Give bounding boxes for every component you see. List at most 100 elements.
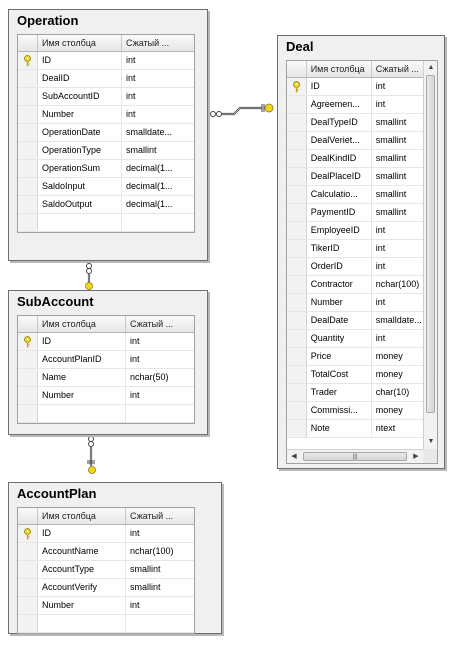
row-selector[interactable] <box>287 402 307 419</box>
column-type-cell[interactable]: int <box>372 78 423 95</box>
table-row[interactable]: Number int <box>287 294 423 312</box>
empty-row[interactable] <box>18 214 194 232</box>
column-type-cell[interactable]: money <box>372 402 423 419</box>
table-row[interactable]: ID int <box>18 52 194 70</box>
column-name-cell[interactable]: PaymentID <box>307 204 372 221</box>
column-name-cell[interactable]: ID <box>38 525 126 542</box>
row-selector[interactable] <box>287 132 307 149</box>
empty-cell[interactable] <box>126 615 194 632</box>
column-name-cell[interactable]: Price <box>307 348 372 365</box>
column-name-cell[interactable]: AccountVerify <box>38 579 126 596</box>
column-name-cell[interactable]: DealKindID <box>307 150 372 167</box>
column-type-cell[interactable]: smallint <box>372 150 423 167</box>
table-row[interactable]: EmployeeID int <box>287 222 423 240</box>
column-name-cell[interactable]: ID <box>307 78 372 95</box>
row-selector[interactable] <box>18 124 38 141</box>
row-selector[interactable] <box>18 525 38 542</box>
column-name-cell[interactable]: OperationSum <box>38 160 122 177</box>
table-title[interactable]: Deal <box>278 36 444 58</box>
table-row[interactable]: OperationSum decimal(1... <box>18 160 194 178</box>
column-name-cell[interactable]: Number <box>38 597 126 614</box>
table-row[interactable]: TikerID int <box>287 240 423 258</box>
row-selector[interactable] <box>18 196 38 213</box>
column-type-cell[interactable]: int <box>122 52 194 69</box>
scroll-left-icon[interactable]: ◀ <box>287 451 301 463</box>
column-name-cell[interactable]: AccountPlanID <box>38 351 126 368</box>
table-row[interactable]: Calculatio... smallint <box>287 186 423 204</box>
table-title[interactable]: SubAccount <box>9 291 207 313</box>
table-row[interactable]: AccountPlanID int <box>18 351 194 369</box>
column-grid[interactable]: Имя столбца Сжатый ... ID int Agreemen... i… <box>286 60 438 464</box>
table-row[interactable]: DealTypeID smallint <box>287 114 423 132</box>
column-type-header[interactable]: Сжатый ... <box>126 508 194 524</box>
column-type-cell[interactable]: nchar(100) <box>372 276 423 293</box>
row-selector[interactable] <box>287 258 307 275</box>
row-selector[interactable] <box>287 348 307 365</box>
vertical-scrollbar[interactable]: ▲ ▼ <box>423 61 437 449</box>
table-row[interactable]: Number int <box>18 597 194 615</box>
column-name-cell[interactable]: Note <box>307 420 372 437</box>
column-type-cell[interactable]: money <box>372 366 423 383</box>
column-name-cell[interactable]: OperationType <box>38 142 122 159</box>
column-type-cell[interactable]: smallint <box>372 204 423 221</box>
table-row[interactable]: TotalCost money <box>287 366 423 384</box>
column-type-cell[interactable]: int <box>372 294 423 311</box>
row-selector[interactable] <box>18 387 38 404</box>
table-row[interactable]: Price money <box>287 348 423 366</box>
table-row[interactable]: OperationType smallint <box>18 142 194 160</box>
row-selector[interactable] <box>18 214 38 231</box>
table-row[interactable]: ID int <box>287 78 423 96</box>
column-name-cell[interactable]: SaldoInput <box>38 178 122 195</box>
column-type-cell[interactable]: smallint <box>372 132 423 149</box>
column-name-cell[interactable]: Agreemen... <box>307 96 372 113</box>
column-type-header[interactable]: Сжатый ... <box>372 61 423 77</box>
table-row[interactable]: DealKindID smallint <box>287 150 423 168</box>
table-row[interactable]: OperationDate smalldate... <box>18 124 194 142</box>
row-selector[interactable] <box>287 114 307 131</box>
column-name-cell[interactable]: TikerID <box>307 240 372 257</box>
column-type-cell[interactable]: decimal(1... <box>122 160 194 177</box>
row-selector[interactable] <box>287 294 307 311</box>
table-title[interactable]: AccountPlan <box>9 483 221 505</box>
row-selector[interactable] <box>18 106 38 123</box>
column-type-header[interactable]: Сжатый ... <box>122 35 194 51</box>
table-row[interactable]: AccountVerify smallint <box>18 579 194 597</box>
column-name-cell[interactable]: EmployeeID <box>307 222 372 239</box>
empty-cell[interactable] <box>122 214 194 231</box>
row-selector[interactable] <box>287 276 307 293</box>
table-row[interactable]: SaldoOutput decimal(1... <box>18 196 194 214</box>
column-name-cell[interactable]: DealPlaceID <box>307 168 372 185</box>
row-selector[interactable] <box>287 78 307 95</box>
column-name-header[interactable]: Имя столбца <box>38 316 126 332</box>
empty-cell[interactable] <box>38 405 126 422</box>
empty-row[interactable] <box>18 615 194 633</box>
column-name-header[interactable]: Имя столбца <box>307 61 372 77</box>
scroll-down-icon[interactable]: ▼ <box>424 436 437 448</box>
column-type-cell[interactable]: decimal(1... <box>122 178 194 195</box>
row-selector[interactable] <box>18 88 38 105</box>
scroll-up-icon[interactable]: ▲ <box>424 62 437 74</box>
table-accountplan[interactable]: AccountPlan Имя столбца Сжатый ... ID int… <box>8 482 222 634</box>
column-name-cell[interactable]: AccountType <box>38 561 126 578</box>
row-selector[interactable] <box>287 96 307 113</box>
row-selector[interactable] <box>287 222 307 239</box>
column-type-cell[interactable]: int <box>122 88 194 105</box>
row-selector[interactable] <box>287 204 307 221</box>
table-row[interactable]: DealDate smalldate... <box>287 312 423 330</box>
table-row[interactable]: ID int <box>18 525 194 543</box>
column-name-cell[interactable]: Quantity <box>307 330 372 347</box>
row-selector[interactable] <box>18 579 38 596</box>
column-name-cell[interactable]: Name <box>38 369 126 386</box>
row-selector[interactable] <box>287 240 307 257</box>
empty-row[interactable] <box>18 405 194 423</box>
table-row[interactable]: DealVeriet... smallint <box>287 132 423 150</box>
column-name-cell[interactable]: DealID <box>38 70 122 87</box>
relationship-subaccount-accountplan[interactable] <box>87 436 96 474</box>
row-selector[interactable] <box>18 142 38 159</box>
column-name-header[interactable]: Имя столбца <box>38 508 126 524</box>
column-name-cell[interactable]: Contractor <box>307 276 372 293</box>
table-row[interactable]: Contractor nchar(100) <box>287 276 423 294</box>
column-name-cell[interactable]: ID <box>38 52 122 69</box>
column-name-cell[interactable]: OperationDate <box>38 124 122 141</box>
row-selector[interactable] <box>287 384 307 401</box>
